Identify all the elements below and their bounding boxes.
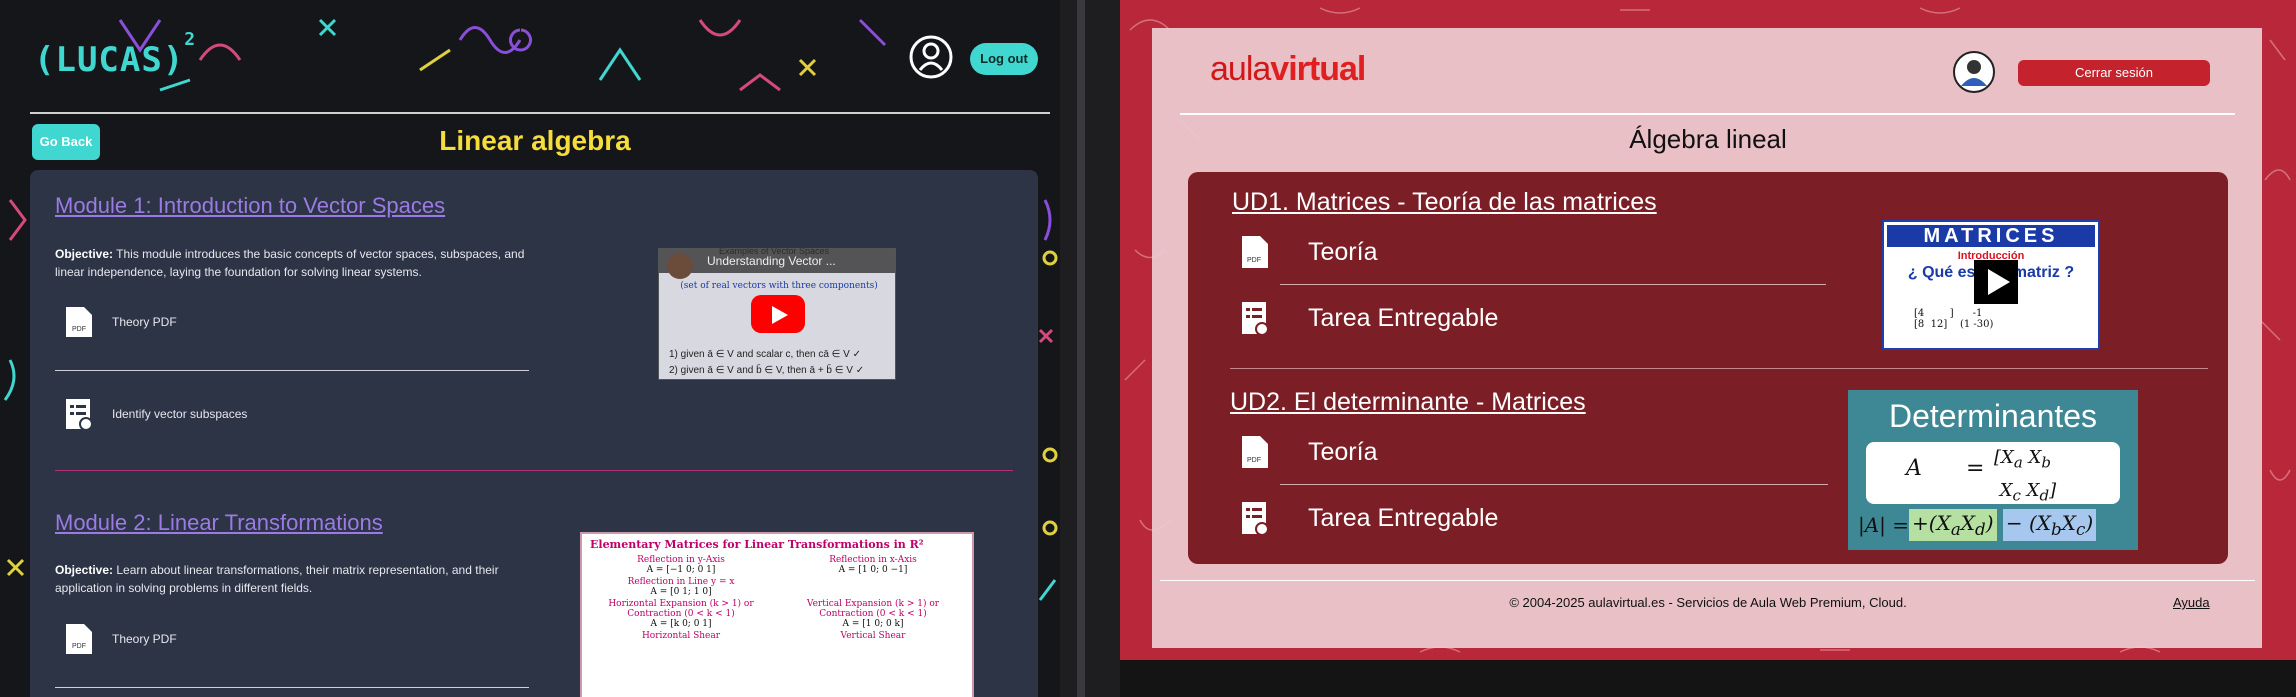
item-label: Tarea Entregable bbox=[1308, 303, 1499, 332]
video-banner: MATRICES bbox=[1887, 225, 2095, 247]
unit-2-theory[interactable]: PDF Teoría bbox=[1240, 434, 1377, 470]
unit-2-image: Determinantes A = [Xa Xb Xc Xd] |A| = +(… bbox=[1848, 390, 2138, 550]
item-separator bbox=[1280, 284, 1826, 285]
video-text: 1) given ā ∈ V and scalar c, then cā ∈ V… bbox=[669, 347, 889, 379]
image-cell-label: Horizontal Expansion (k > 1) or Contract… bbox=[608, 599, 754, 619]
unit-divider bbox=[1230, 368, 2208, 369]
module-2-image: Elementary Matrices for Linear Transform… bbox=[580, 532, 974, 697]
play-icon[interactable] bbox=[751, 295, 805, 333]
unit-1-title[interactable]: UD1. Matrices - Teoría de las matrices bbox=[1232, 188, 1657, 217]
matrix-preview: [4 ] -1 [8 12] (1 -30) bbox=[1914, 308, 1994, 330]
module-2-theory-pdf[interactable]: PDF Theory PDF bbox=[64, 622, 177, 656]
logo-part-b: virtual bbox=[1270, 50, 1366, 88]
image-title: Determinantes bbox=[1888, 398, 2098, 434]
unit-2-title[interactable]: UD2. El determinante - Matrices bbox=[1230, 388, 1586, 417]
user-icon[interactable] bbox=[908, 34, 954, 80]
image-cell-matrix: A = [0 1; 1 0] bbox=[650, 587, 712, 597]
module-1-video[interactable]: Examples of Vector Spaces Understanding … bbox=[658, 246, 896, 380]
lucas-window: (LUCAS)2 Log out Go Back Linear algebra … bbox=[0, 0, 1060, 697]
task-icon bbox=[66, 399, 93, 431]
header-divider bbox=[30, 112, 1050, 114]
module-1-title[interactable]: Module 1: Introduction to Vector Spaces bbox=[55, 193, 445, 219]
video-subtitle: (set of real vectors with three componen… bbox=[680, 281, 878, 291]
unit-1-task[interactable]: Tarea Entregable bbox=[1240, 300, 1498, 336]
svg-text:PDF: PDF bbox=[1247, 257, 1261, 264]
unit-2-task[interactable]: Tarea Entregable bbox=[1240, 500, 1498, 536]
page-title: Linear algebra bbox=[439, 125, 631, 156]
footer-divider bbox=[1160, 580, 2255, 581]
item-label: Theory PDF bbox=[112, 632, 177, 646]
image-cell-matrix: A = [1 0; 0 k] bbox=[842, 619, 904, 629]
item-separator bbox=[55, 687, 529, 688]
unit-1-theory[interactable]: PDF Teoría bbox=[1240, 234, 1377, 270]
screenshot-root: (LUCAS)2 Log out Go Back Linear algebra … bbox=[0, 0, 2296, 697]
image-cell-matrix: A = [k 0; 0 1] bbox=[650, 619, 712, 629]
objective-label: Objective: bbox=[55, 563, 114, 577]
image-heading: Elementary Matrices for Linear Transform… bbox=[590, 538, 924, 551]
logout-button[interactable]: Log out bbox=[970, 43, 1038, 75]
image-cell-label: Vertical Expansion (k > 1) or Contractio… bbox=[806, 599, 940, 619]
window-gap bbox=[1060, 0, 1120, 697]
header-divider bbox=[1180, 113, 2235, 115]
bottom-strip bbox=[1120, 660, 2296, 697]
module-1-task[interactable]: Identify vector subspaces bbox=[64, 397, 247, 431]
svg-text:PDF: PDF bbox=[72, 643, 86, 650]
module-2-title[interactable]: Module 2: Linear Transformations bbox=[55, 510, 383, 536]
image-cell-label: Reflection in x-Axis bbox=[829, 555, 917, 565]
help-link[interactable]: Ayuda bbox=[2173, 595, 2210, 610]
image-cell-label: Horizontal Shear bbox=[641, 631, 721, 641]
aulavirtual-window: aulavirtual Cerrar sesión Álgebra lineal… bbox=[1120, 0, 2296, 660]
pdf-icon: PDF bbox=[1242, 436, 1268, 468]
item-label: Teoría bbox=[1308, 237, 1378, 266]
logo-part-a: aula bbox=[1210, 50, 1271, 88]
item-separator bbox=[1280, 484, 1828, 485]
module-2-objective: Objective: Learn about linear transforma… bbox=[55, 561, 535, 597]
module-1-objective: Objective: This module introduces the ba… bbox=[55, 245, 535, 281]
video-line-2: 2) given ā ∈ V and b̄ ∈ V, then ā + b̄ ∈… bbox=[669, 365, 865, 376]
image-cell-matrix: A = [1 0; 0 −1] bbox=[838, 565, 908, 575]
pdf-icon: PDF bbox=[66, 307, 92, 337]
logout-button[interactable]: Cerrar sesión bbox=[2018, 60, 2210, 86]
item-label: Theory PDF bbox=[112, 315, 177, 329]
task-icon bbox=[1242, 502, 1269, 536]
lucas-logo[interactable]: (LUCAS)2 bbox=[34, 29, 196, 80]
svg-text:PDF: PDF bbox=[1247, 457, 1261, 464]
play-icon[interactable] bbox=[1974, 260, 2018, 304]
unit-1-video[interactable]: MATRICES Introducción ¿ Qué es una matri… bbox=[1882, 220, 2100, 350]
video-line-1: 1) given ā ∈ V and scalar c, then cā ∈ V… bbox=[669, 349, 862, 360]
image-cell-label: Reflection in y-Axis bbox=[637, 555, 725, 565]
go-back-button[interactable]: Go Back bbox=[32, 124, 100, 160]
image-cell-label: Vertical Shear bbox=[840, 631, 906, 641]
pdf-icon: PDF bbox=[1242, 236, 1268, 268]
objective-label: Objective: bbox=[55, 247, 114, 261]
objective-text: Learn about linear transformations, thei… bbox=[55, 563, 499, 595]
task-icon bbox=[1242, 302, 1269, 336]
logo-text: (LUCAS) bbox=[34, 40, 185, 80]
scrollbar[interactable] bbox=[1077, 0, 1085, 697]
objective-text: This module introduces the basic concept… bbox=[55, 247, 525, 279]
user-icon[interactable] bbox=[1952, 50, 1996, 94]
item-label: Identify vector subspaces bbox=[112, 407, 248, 421]
item-label: Teoría bbox=[1308, 437, 1378, 466]
determinant-formula: |A| = +(XaXd) − (XbXc) bbox=[1858, 508, 2128, 542]
pdf-icon: PDF bbox=[66, 624, 92, 654]
page-title: Álgebra lineal bbox=[1629, 124, 1787, 154]
determinant-matrix: A = [Xa Xb Xc Xd] bbox=[1866, 442, 2120, 504]
logo-superscript: 2 bbox=[184, 28, 197, 50]
video-title: Understanding Vector ... bbox=[707, 254, 836, 268]
item-label: Tarea Entregable bbox=[1308, 503, 1499, 532]
module-1-theory-pdf[interactable]: PDF Theory PDF bbox=[64, 305, 177, 339]
item-separator bbox=[55, 370, 529, 371]
svg-text:PDF: PDF bbox=[72, 326, 86, 333]
channel-avatar bbox=[667, 253, 693, 279]
module-divider bbox=[55, 470, 1013, 471]
aulavirtual-logo[interactable]: aulavirtual bbox=[1210, 50, 1366, 89]
image-cell-label: Reflection in Line y = x bbox=[627, 577, 735, 587]
footer-text: © 2004-2025 aulavirtual.es - Servicios d… bbox=[1509, 595, 1907, 610]
image-cell-matrix: A = [−1 0; 0 1] bbox=[646, 565, 716, 575]
